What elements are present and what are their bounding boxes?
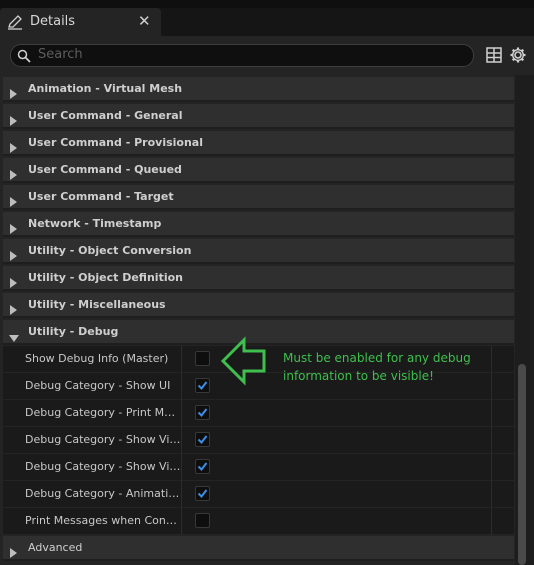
tab-title: Details [30, 14, 76, 29]
property-label: Debug Category - Animation Debug [25, 487, 181, 500]
property-row: Debug Category - Show Virtual Target [3, 454, 514, 481]
gear-icon[interactable] [509, 46, 527, 64]
category-label: Utility - Miscellaneous [28, 298, 166, 311]
column-divider [491, 508, 492, 535]
category-label: Utility - Object Definition [28, 271, 183, 284]
chevron-right-icon [9, 543, 18, 558]
chevron-right-icon [9, 246, 18, 261]
property-label: Debug Category - Print Messages [25, 406, 181, 419]
column-divider [181, 400, 182, 427]
chevron-right-icon [9, 273, 18, 288]
category-advanced[interactable]: Advanced [3, 536, 514, 561]
print-messages-continuous-checkbox[interactable] [195, 513, 210, 528]
search-input[interactable]: Search [10, 44, 474, 67]
column-divider [181, 427, 182, 454]
show-debug-info-checkbox[interactable] [195, 351, 210, 366]
category-label: Network - Timestamp [28, 217, 162, 230]
column-divider [181, 346, 182, 373]
search-placeholder: Search [38, 47, 83, 62]
chevron-right-icon [9, 192, 18, 207]
category-utility-object-conversion[interactable]: Utility - Object Conversion [3, 239, 514, 264]
annotation-text: Must be enabled for any debug informatio… [283, 351, 471, 383]
debug-show-virtual-mesh-checkbox[interactable] [195, 432, 210, 447]
category-label: Advanced [28, 541, 83, 554]
chevron-right-icon [9, 138, 18, 153]
debug-show-virtual-target-checkbox[interactable] [195, 459, 210, 474]
debug-show-ui-checkbox[interactable] [195, 378, 210, 393]
top-strip [0, 0, 534, 8]
category-utility-miscellaneous[interactable]: Utility - Miscellaneous [3, 293, 514, 318]
category-user-command-provisional[interactable]: User Command - Provisional [3, 131, 514, 156]
category-label: User Command - Provisional [28, 136, 203, 149]
scrollbar-thumb[interactable] [518, 364, 526, 565]
category-label: User Command - Queued [28, 163, 182, 176]
tab-details[interactable]: Details ✕ [0, 8, 161, 36]
column-divider [181, 508, 182, 535]
property-row: Print Messages when Continuous [3, 508, 514, 535]
category-label: Animation - Virtual Mesh [28, 82, 183, 95]
property-row: Debug Category - Show Virtual Mesh [3, 427, 514, 454]
category-label: Utility - Debug [28, 325, 119, 338]
category-animation-virtual-mesh[interactable]: Animation - Virtual Mesh [3, 77, 514, 102]
column-divider [181, 454, 182, 481]
debug-print-messages-checkbox[interactable] [195, 405, 210, 420]
column-divider [491, 481, 492, 508]
category-label: Utility - Object Conversion [28, 244, 192, 257]
chevron-right-icon [9, 300, 18, 315]
chevron-right-icon [9, 165, 18, 180]
table-view-icon[interactable] [485, 46, 503, 64]
category-user-command-target[interactable]: User Command - Target [3, 185, 514, 210]
chevron-right-icon [9, 84, 18, 99]
property-label: Debug Category - Show UI [25, 379, 171, 392]
property-label: Debug Category - Show Virtual Target [25, 460, 181, 473]
category-label: User Command - General [28, 109, 183, 122]
edit-pencil-icon [7, 14, 23, 30]
column-divider [491, 400, 492, 427]
category-user-command-queued[interactable]: User Command - Queued [3, 158, 514, 183]
property-row: Debug Category - Print Messages [3, 400, 514, 427]
column-divider [491, 454, 492, 481]
close-icon[interactable]: ✕ [138, 12, 151, 30]
property-label: Print Messages when Continuous [25, 514, 181, 527]
property-label: Debug Category - Show Virtual Mesh [25, 433, 181, 446]
chevron-right-icon [9, 111, 18, 126]
category-network-timestamp[interactable]: Network - Timestamp [3, 212, 514, 237]
category-user-command-general[interactable]: User Command - General [3, 104, 514, 129]
debug-animation-checkbox[interactable] [195, 486, 210, 501]
category-utility-object-definition[interactable]: Utility - Object Definition [3, 266, 514, 291]
property-label: Show Debug Info (Master) [25, 352, 169, 365]
column-divider [491, 427, 492, 454]
category-label: User Command - Target [28, 190, 174, 203]
column-divider [181, 373, 182, 400]
column-divider [181, 481, 182, 508]
search-icon [17, 48, 31, 63]
property-row: Debug Category - Animation Debug [3, 481, 514, 508]
annotation-arrow-icon [220, 336, 268, 390]
chevron-down-icon [9, 328, 19, 342]
chevron-right-icon [9, 219, 18, 234]
